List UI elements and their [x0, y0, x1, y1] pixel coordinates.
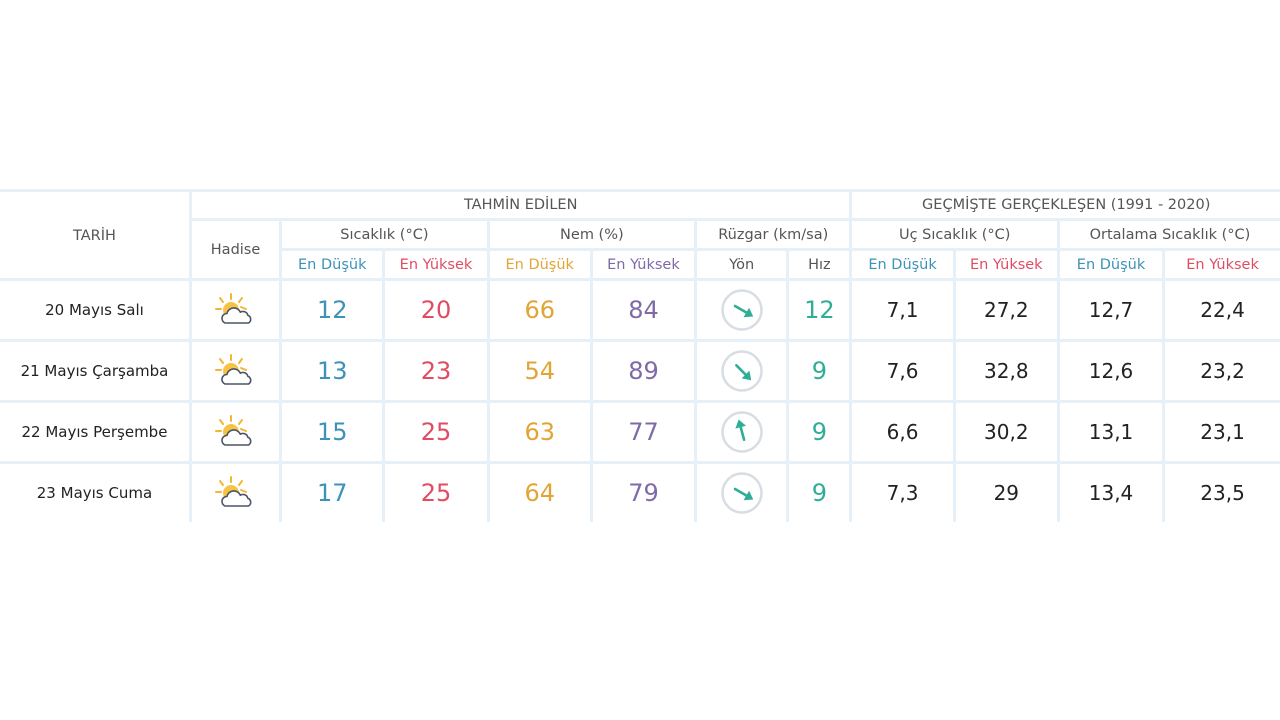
- hadise-header: Hadise: [190, 218, 283, 281]
- wind-direction-cell: [694, 400, 790, 464]
- table-row: 23 Mayıs Cuma 17 25 64 79 9 7,3 29 13,4 …: [0, 461, 1280, 522]
- wind-speed-cell: 9: [786, 400, 853, 464]
- wind-direction-cell: [694, 278, 790, 342]
- ort-high-cell: 23,5: [1162, 461, 1280, 522]
- temp-high-header: En Yüksek: [382, 248, 490, 280]
- date-cell: 20 Mayıs Salı: [0, 278, 192, 342]
- ort-high-cell: 22,4: [1162, 278, 1280, 342]
- wind-speed-cell: 9: [786, 339, 853, 403]
- temp-high-cell: 23: [382, 339, 490, 403]
- hum-low-header: En Düşük: [486, 248, 593, 280]
- temp-high-cell: 20: [382, 278, 490, 342]
- ort-high-cell: 23,2: [1162, 339, 1280, 403]
- ruzgar-header: Rüzgar (km/sa): [694, 218, 853, 251]
- wind-direction-cell: [694, 339, 790, 403]
- partly-cloudy-icon: [193, 351, 277, 391]
- ort-high-header: En Yüksek: [1162, 248, 1280, 280]
- uc-high-cell: 29: [952, 461, 1060, 522]
- wind-speed-cell: 12: [786, 278, 853, 342]
- table-row: 21 Mayıs Çarşamba 13 23 54 89 9 7,6 32,8…: [0, 339, 1280, 403]
- uc-high-header: En Yüksek: [952, 248, 1060, 280]
- hum-high-cell: 89: [589, 339, 698, 403]
- weather-cell: [188, 278, 283, 342]
- date-cell: 23 Mayıs Cuma: [0, 461, 192, 522]
- wind-dir-header: Yön: [694, 248, 790, 280]
- uc-low-header: En Düşük: [849, 248, 956, 280]
- forecast-table-container: TARİH TAHMİN EDİLEN GEÇMİŞTE GERÇEKLEŞEN…: [0, 189, 1280, 530]
- temp-high-cell: 25: [382, 461, 490, 522]
- table-row: 20 Mayıs Salı 12 20 66 84 12 7,1 27,2 12…: [0, 278, 1280, 342]
- temp-low-cell: 12: [279, 278, 386, 342]
- uc-sicaklik-header: Uç Sıcaklık (°C): [849, 218, 1060, 251]
- uc-low-cell: 7,1: [849, 278, 956, 342]
- hum-low-cell: 66: [486, 278, 593, 342]
- tarih-header: TARİH: [0, 189, 192, 281]
- weather-cell: [188, 461, 283, 522]
- temp-low-cell: 15: [279, 400, 386, 464]
- ort-low-cell: 12,7: [1056, 278, 1166, 342]
- date-cell: 22 Mayıs Perşembe: [0, 400, 192, 464]
- hum-high-cell: 77: [589, 400, 698, 464]
- uc-low-cell: 7,3: [849, 461, 956, 522]
- hum-high-header: En Yüksek: [589, 248, 698, 280]
- ort-low-header: En Düşük: [1056, 248, 1166, 280]
- uc-low-cell: 7,6: [849, 339, 956, 403]
- ort-low-cell: 13,1: [1056, 400, 1166, 464]
- wind-direction-icon: [699, 471, 785, 515]
- wind-speed-header: Hız: [786, 248, 853, 280]
- partly-cloudy-icon: [193, 473, 277, 513]
- wind-direction-cell: [694, 461, 790, 522]
- forecast-table: TARİH TAHMİN EDİLEN GEÇMİŞTE GERÇEKLEŞEN…: [0, 189, 1280, 522]
- temp-low-cell: 17: [279, 461, 386, 522]
- gecmis-header: GEÇMİŞTE GERÇEKLEŞEN (1991 - 2020): [849, 189, 1280, 221]
- hum-low-cell: 64: [486, 461, 593, 522]
- ort-low-cell: 12,6: [1056, 339, 1166, 403]
- temp-low-cell: 13: [279, 339, 386, 403]
- ort-low-cell: 13,4: [1056, 461, 1166, 522]
- uc-high-cell: 30,2: [952, 400, 1060, 464]
- partly-cloudy-icon: [193, 412, 277, 452]
- tarih-header-label: TARİH: [73, 228, 116, 244]
- uc-high-cell: 32,8: [952, 339, 1060, 403]
- table-row: 22 Mayıs Perşembe 15 25 63 77 9 6,6 30,2…: [0, 400, 1280, 464]
- hum-low-cell: 54: [486, 339, 593, 403]
- sicaklik-header: Sıcaklık (°C): [279, 218, 490, 251]
- partly-cloudy-icon: [193, 290, 277, 330]
- uc-high-cell: 27,2: [952, 278, 1060, 342]
- hum-high-cell: 79: [589, 461, 698, 522]
- wind-speed-cell: 9: [786, 461, 853, 522]
- uc-low-cell: 6,6: [849, 400, 956, 464]
- wind-direction-icon: [699, 349, 785, 393]
- weather-cell: [188, 400, 283, 464]
- weather-cell: [188, 339, 283, 403]
- nem-header: Nem (%): [486, 218, 698, 251]
- ortalama-sicaklik-header: Ortalama Sıcaklık (°C): [1056, 218, 1280, 251]
- temp-high-cell: 25: [382, 400, 490, 464]
- wind-direction-icon: [699, 410, 785, 454]
- hum-low-cell: 63: [486, 400, 593, 464]
- date-cell: 21 Mayıs Çarşamba: [0, 339, 192, 403]
- ort-high-cell: 23,1: [1162, 400, 1280, 464]
- temp-low-header: En Düşük: [280, 248, 386, 280]
- hum-high-cell: 84: [589, 278, 698, 342]
- tahmin-edilen-header: TAHMİN EDİLEN: [188, 189, 853, 221]
- wind-direction-icon: [699, 288, 785, 332]
